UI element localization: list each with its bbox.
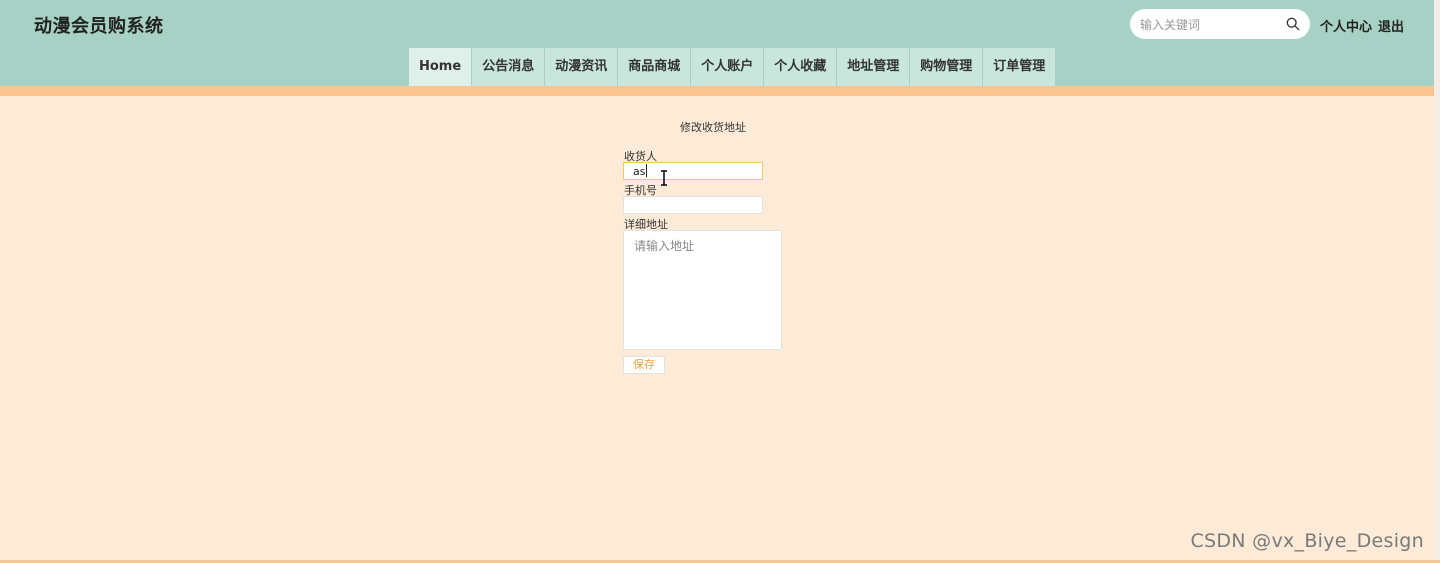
text-caret xyxy=(646,164,647,177)
nav-item-favorites[interactable]: 个人收藏 xyxy=(764,48,838,86)
nav-item-anime-news[interactable]: 动漫资讯 xyxy=(545,48,619,86)
phone-input[interactable] xyxy=(623,196,763,214)
watermark: CSDN @vx_Biye_Design xyxy=(1190,530,1424,552)
accent-bar xyxy=(0,86,1440,96)
nav-item-announcements[interactable]: 公告消息 xyxy=(472,48,546,86)
site-title: 动漫会员购系统 xyxy=(34,16,164,37)
search-box[interactable] xyxy=(1130,9,1310,41)
scrollbar[interactable] xyxy=(1434,0,1440,563)
top-links: 个人中心 退出 xyxy=(1320,16,1410,35)
logout-link[interactable]: 退出 xyxy=(1378,20,1404,35)
search-input[interactable] xyxy=(1138,9,1282,41)
text-cursor-icon xyxy=(661,170,667,186)
nav-item-account[interactable]: 个人账户 xyxy=(691,48,765,86)
form-title: 修改收货地址 xyxy=(680,121,746,134)
profile-link[interactable]: 个人中心 xyxy=(1320,20,1372,35)
nav-item-cart[interactable]: 购物管理 xyxy=(910,48,984,86)
nav-item-shop[interactable]: 商品商城 xyxy=(618,48,692,86)
nav-item-orders[interactable]: 订单管理 xyxy=(983,48,1057,86)
main-nav: Home 公告消息 动漫资讯 商品商城 个人账户 个人收藏 地址管理 购物管理 … xyxy=(409,48,1057,86)
save-button[interactable]: 保存 xyxy=(623,356,665,374)
nav-item-home[interactable]: Home xyxy=(409,48,473,86)
receiver-input[interactable] xyxy=(623,162,763,180)
nav-item-address[interactable]: 地址管理 xyxy=(837,48,911,86)
address-textarea[interactable] xyxy=(623,230,782,350)
search-icon[interactable] xyxy=(1286,17,1300,31)
